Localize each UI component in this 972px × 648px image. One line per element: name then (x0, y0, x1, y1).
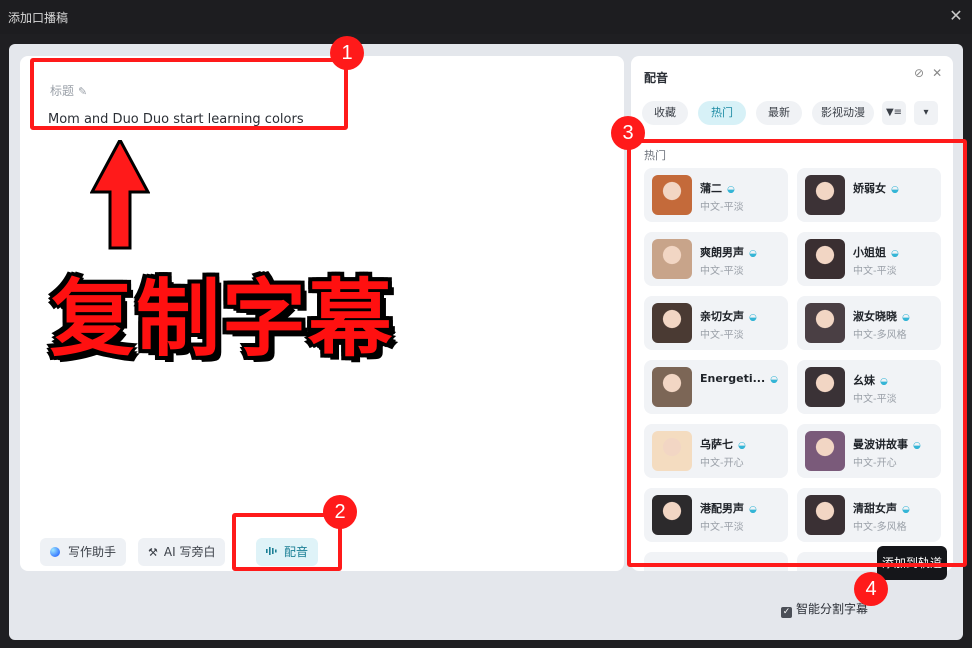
smart-split-label: 智能分割字幕 (796, 602, 869, 616)
annotation-box-voices (627, 139, 967, 567)
magic-wand-icon: ⚒ (148, 546, 158, 559)
assistant-orb-icon (50, 547, 60, 557)
annotation-box-title (30, 58, 348, 130)
annotation-arrow-up (90, 140, 150, 250)
tab-latest[interactable]: 最新 (756, 101, 802, 125)
checkbox-checked-icon: ✓ (781, 607, 792, 618)
annotation-badge-4: 4 (854, 572, 888, 606)
smart-split-checkbox[interactable]: ✓ 智能分割字幕 (781, 600, 868, 618)
panel-actions: ⊘ ✕ (906, 66, 942, 80)
annotation-badge-1: 1 (330, 36, 364, 70)
close-icon[interactable]: ✕ (946, 6, 966, 26)
disable-icon[interactable]: ⊘ (914, 66, 924, 80)
ai-narration-label: AI 写旁白 (163, 545, 216, 559)
filter-icon[interactable]: ▼≡ (882, 101, 906, 125)
dialog-window: 添加口播稿 ✕ 标题 ✎ Mom and Duo Duo start learni… (0, 0, 972, 648)
ai-narration-button[interactable]: ⚒ AI 写旁白 (138, 538, 226, 566)
tab-film-anime[interactable]: 影视动漫 (812, 101, 874, 125)
annotation-badge-3: 3 (611, 116, 645, 150)
window-title: 添加口播稿 (8, 11, 69, 25)
tab-popular[interactable]: 热门 (698, 101, 746, 125)
writing-assistant-button[interactable]: 写作助手 (40, 538, 127, 566)
tab-favorites[interactable]: 收藏 (642, 101, 688, 125)
more-tabs-icon[interactable]: ▾ (914, 101, 938, 125)
panel-close-icon[interactable]: ✕ (932, 66, 942, 80)
voice-panel-title: 配音 (644, 71, 669, 85)
annotation-caption: 复制字幕 (50, 270, 395, 368)
title-bar: 添加口播稿 ✕ (0, 0, 972, 34)
annotation-badge-2: 2 (323, 495, 357, 529)
writing-assistant-label: 写作助手 (68, 545, 117, 559)
